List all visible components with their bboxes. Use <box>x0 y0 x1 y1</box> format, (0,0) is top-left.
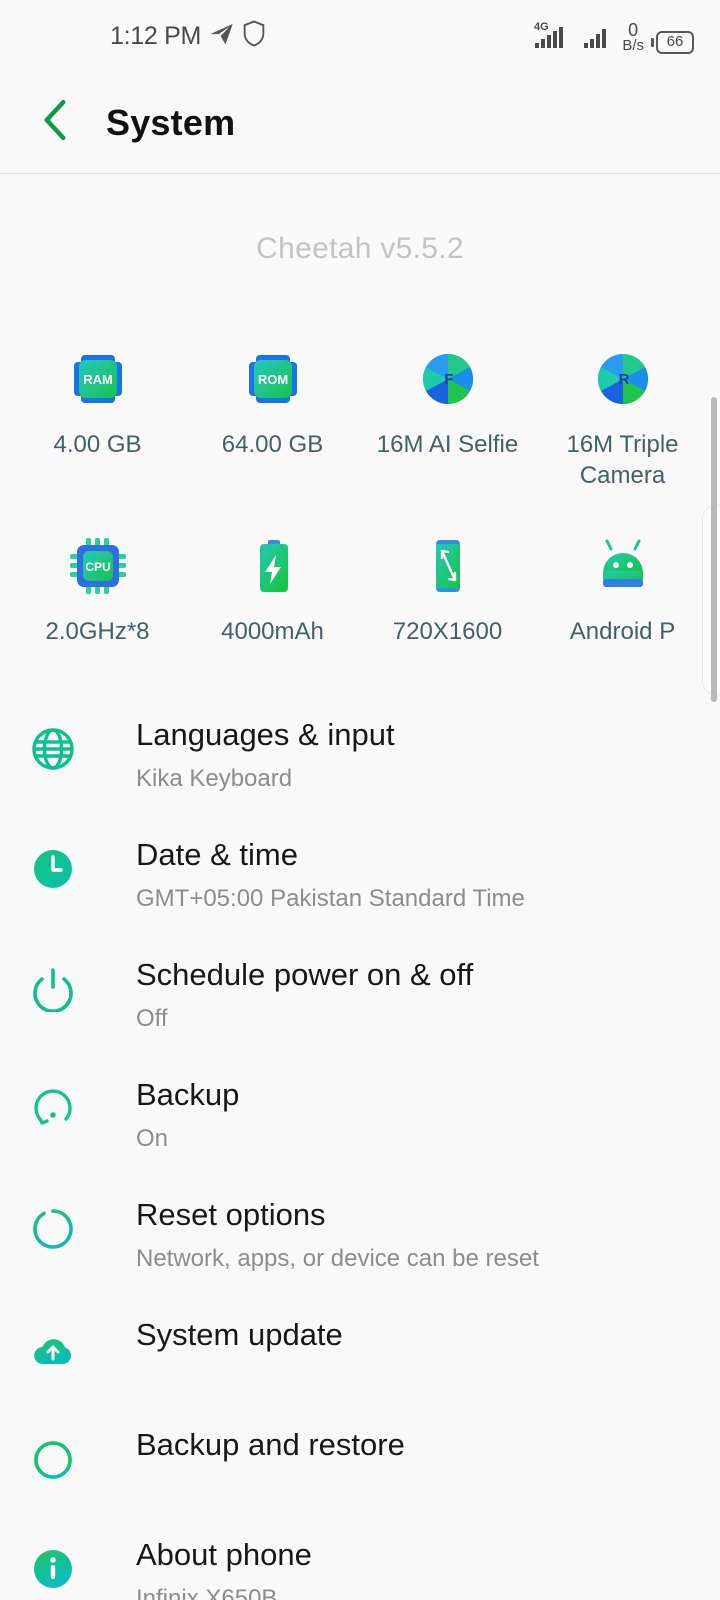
settings-row-subtitle: Off <box>136 1005 168 1033</box>
settings-row-schedule-power[interactable]: Schedule power on & off Off <box>0 934 720 1054</box>
telegram-icon <box>208 20 235 52</box>
settings-row-backup-restore[interactable]: Backup and restore <box>0 1404 720 1514</box>
back-button[interactable] <box>28 96 82 150</box>
clock-icon <box>30 834 106 892</box>
ram-chip-icon: RAM <box>67 348 129 410</box>
svg-text:CPU: CPU <box>85 560 110 574</box>
data-speed-indicator: 0 B/s <box>622 21 644 55</box>
spec-item-rom: ROM 64.00 GB <box>185 348 360 491</box>
spec-label: 16M Triple Camera <box>566 431 679 489</box>
screen-size-icon <box>417 535 479 597</box>
settings-row-backup[interactable]: Backup On <box>0 1054 720 1174</box>
svg-text:F: F <box>444 371 453 388</box>
settings-row-about-phone[interactable]: About phone Infinix X650B <box>0 1514 720 1600</box>
cloud-upload-icon <box>30 1314 106 1372</box>
settings-row-title: Date & time <box>136 837 298 873</box>
settings-row-text: Backup and restore <box>106 1424 405 1475</box>
settings-row-text: About phone Infinix X650B <box>106 1534 312 1600</box>
rear-camera-icon: R <box>593 348 653 410</box>
data-speed-unit: B/s <box>622 37 644 55</box>
phone-screen: 1:12 PM 4G 0 B/s 66 System Cheetah v5.5.… <box>0 0 720 1600</box>
settings-row-languages-input[interactable]: Languages & input Kika Keyboard <box>0 694 720 814</box>
settings-row-title: Backup <box>136 1077 240 1113</box>
settings-row-date-time[interactable]: Date & time GMT+05:00 Pakistan Standard … <box>0 814 720 934</box>
settings-row-text: Date & time GMT+05:00 Pakistan Standard … <box>106 834 525 914</box>
battery-nub <box>651 37 654 47</box>
reset-circle-icon <box>30 1194 106 1252</box>
settings-row-subtitle: Infinix X650B <box>136 1585 278 1600</box>
settings-row-title: Schedule power on & off <box>136 957 474 993</box>
settings-row-subtitle: Kika Keyboard <box>136 765 293 793</box>
settings-row-text: Backup On <box>106 1074 239 1154</box>
sync-restore-icon <box>30 1424 106 1482</box>
settings-row-title: System update <box>136 1317 343 1353</box>
spec-item-front-camera: F 16M AI Selfie <box>360 348 535 491</box>
info-icon <box>30 1534 106 1592</box>
spec-item-screen: 720X1600 <box>360 535 535 648</box>
network-type-signal-icon: 4G <box>534 19 576 54</box>
spec-label: 16M AI Selfie <box>376 431 519 458</box>
settings-row-system-update[interactable]: System update <box>0 1294 720 1404</box>
settings-list: Languages & input Kika Keyboard Date & t… <box>0 694 720 1600</box>
settings-row-title: Languages & input <box>136 717 395 753</box>
settings-row-subtitle: On <box>136 1125 169 1153</box>
spec-item-android-version: Android P <box>535 535 710 648</box>
spec-label: 64.00 GB <box>221 431 324 458</box>
globe-icon <box>30 714 106 772</box>
status-bar-right: 4G 0 B/s 66 <box>534 19 694 54</box>
settings-row-title: About phone <box>136 1537 312 1573</box>
scrollbar-thumb[interactable] <box>711 397 717 702</box>
svg-text:ROM: ROM <box>257 372 287 387</box>
spec-label: Android P <box>569 618 676 646</box>
spec-item-ram: RAM 4.00 GB <box>10 348 185 491</box>
svg-text:4G: 4G <box>534 21 549 33</box>
backup-gauge-icon <box>30 1074 106 1132</box>
shield-icon <box>242 20 266 52</box>
power-icon <box>30 954 106 1013</box>
signal-bars-icon <box>583 19 615 54</box>
spec-label: 4.00 GB <box>53 431 142 458</box>
settings-row-text: Reset options Network, apps, or device c… <box>106 1194 539 1274</box>
spec-item-cpu: CPU 2.0GHz*8 <box>10 535 185 648</box>
spec-item-rear-camera: R 16M Triple Camera <box>535 348 710 491</box>
page-title: System <box>106 101 236 143</box>
spec-label: 2.0GHz*8 <box>45 618 150 646</box>
svg-text:R: R <box>618 371 629 388</box>
cpu-chip-icon: CPU <box>67 535 129 597</box>
rom-chip-icon: ROM <box>242 348 304 410</box>
svg-text:RAM: RAM <box>83 372 113 387</box>
battery-icon <box>242 535 304 597</box>
battery-percent: 66 <box>656 31 694 54</box>
settings-row-subtitle: Network, apps, or device can be reset <box>136 1245 539 1273</box>
settings-row-title: Reset options <box>136 1197 326 1233</box>
status-bar: 1:12 PM 4G 0 B/s 66 <box>0 0 720 72</box>
settings-row-subtitle: GMT+05:00 Pakistan Standard Time <box>136 885 525 913</box>
settings-row-text: Languages & input Kika Keyboard <box>106 714 395 794</box>
battery-icon: 66 <box>651 31 694 54</box>
spec-label: 4000mAh <box>221 618 324 646</box>
status-time: 1:12 PM <box>110 21 202 50</box>
front-camera-icon: F <box>418 348 478 410</box>
spec-item-battery: 4000mAh <box>185 535 360 648</box>
settings-row-text: Schedule power on & off Off <box>106 954 473 1034</box>
status-bar-left: 1:12 PM <box>110 20 266 52</box>
device-spec-grid: RAM 4.00 GB ROM 64.00 GB F 16M AI Selfie… <box>0 348 720 648</box>
version-label: Cheetah v5.5.2 <box>256 232 464 265</box>
app-bar: System <box>0 72 720 174</box>
back-chevron-icon <box>38 98 72 147</box>
settings-row-title: Backup and restore <box>136 1427 405 1463</box>
spec-label: 720X1600 <box>392 618 503 646</box>
settings-row-text: System update <box>106 1314 343 1365</box>
settings-row-reset-options[interactable]: Reset options Network, apps, or device c… <box>0 1174 720 1294</box>
android-robot-icon <box>592 535 654 597</box>
